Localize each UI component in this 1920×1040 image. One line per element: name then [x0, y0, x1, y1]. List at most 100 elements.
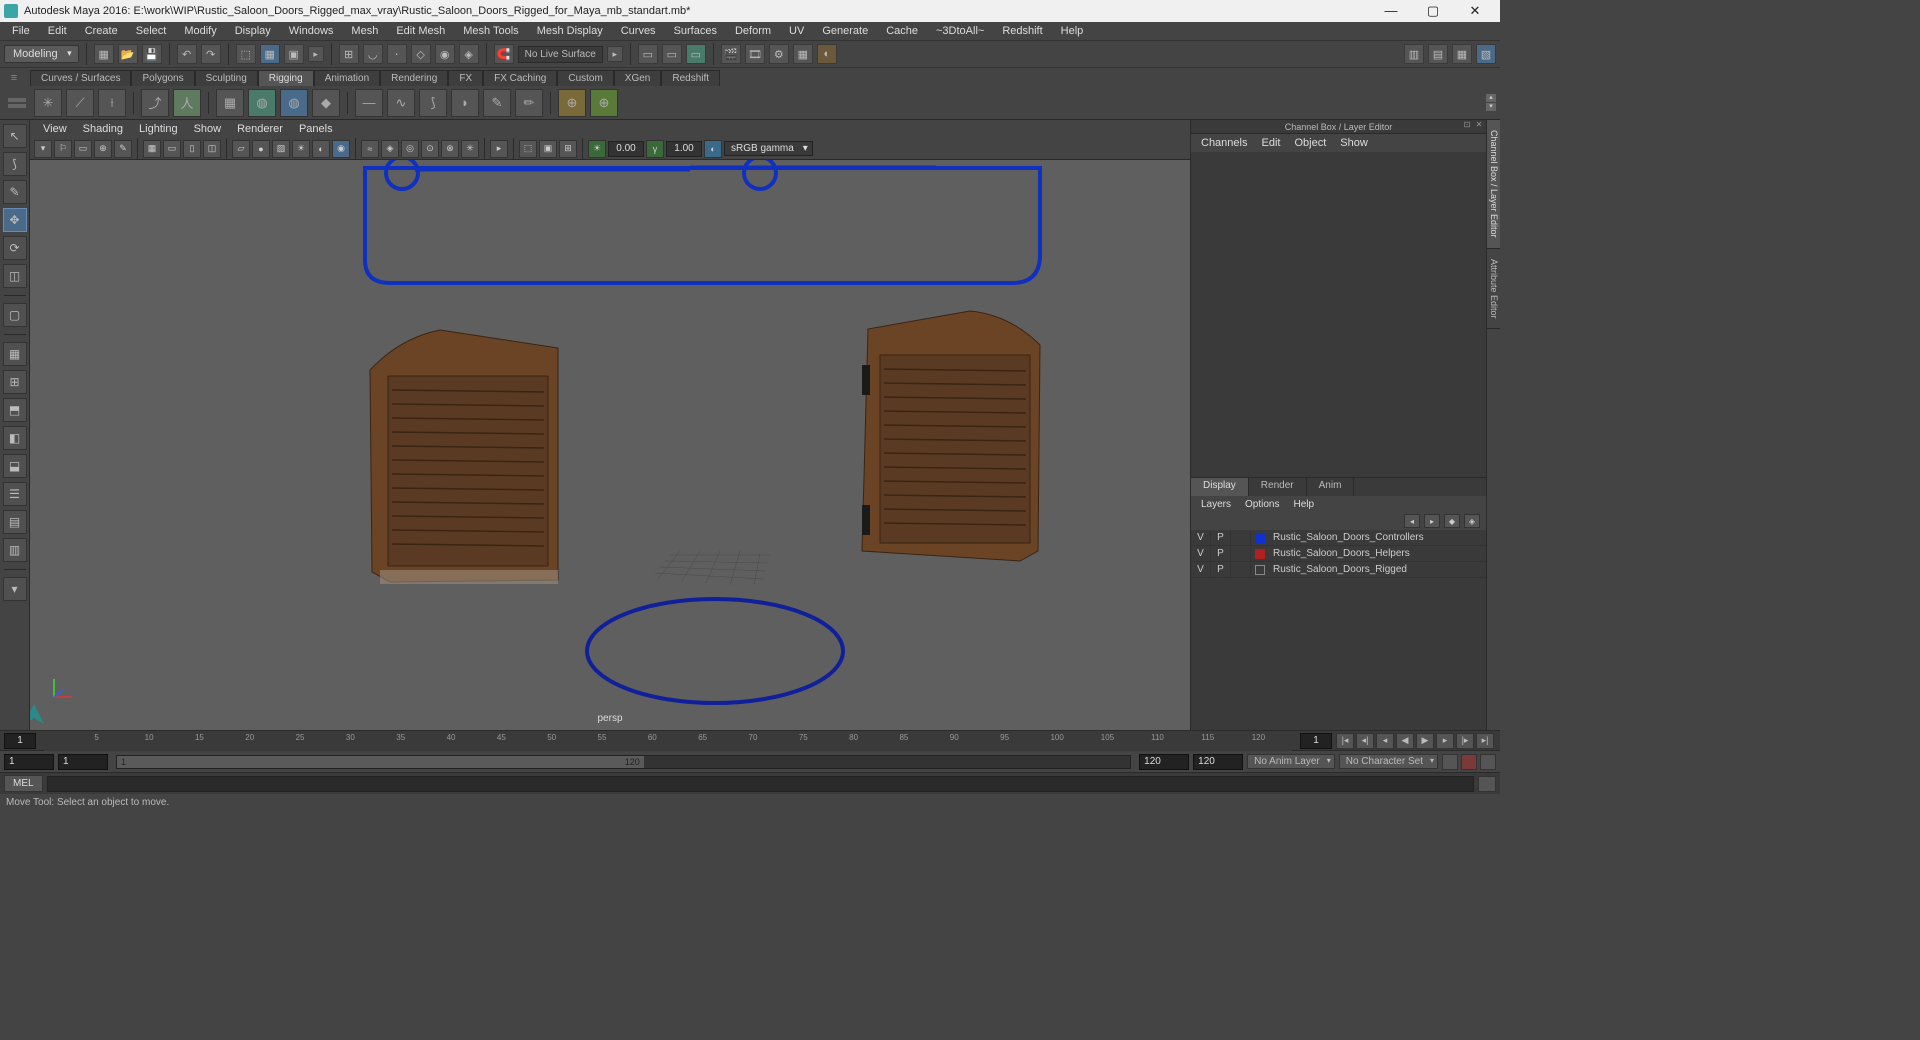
cb-menu-channels[interactable]: Channels — [1195, 137, 1253, 149]
cb-menu-object[interactable]: Object — [1288, 137, 1332, 149]
play-back-icon[interactable]: ◀ — [1396, 733, 1414, 749]
sidebar-toggle-3-icon[interactable]: ▦ — [1452, 44, 1472, 64]
shelf-ik-spline-icon[interactable]: 人 — [173, 89, 201, 117]
layer-visible-cell[interactable]: V — [1191, 531, 1211, 545]
shelf-tab-fx-caching[interactable]: FX Caching — [483, 70, 557, 86]
step-forward-key-icon[interactable]: |▸ — [1456, 733, 1474, 749]
dof-icon[interactable]: ◎ — [401, 140, 419, 158]
layout-two-v-icon[interactable]: ◧ — [3, 426, 27, 450]
layer-row[interactable]: VPRustic_Saloon_Doors_Controllers — [1191, 530, 1486, 546]
shelf-tab-xgen[interactable]: XGen — [614, 70, 662, 86]
vtab-channel-box-layer-editor[interactable]: Channel Box / Layer Editor — [1487, 120, 1500, 249]
exposure-field[interactable]: 0.00 — [608, 141, 644, 157]
cb-menu-show[interactable]: Show — [1334, 137, 1374, 149]
layer-menu-help[interactable]: Help — [1287, 499, 1320, 510]
image-plane-icon[interactable]: ▭ — [74, 140, 92, 158]
make-live-icon[interactable]: 🧲 — [494, 44, 514, 64]
vtab-attribute-editor[interactable]: Attribute Editor — [1487, 249, 1500, 330]
range-end-field[interactable]: 120 — [1193, 754, 1243, 770]
menu-windows[interactable]: Windows — [281, 25, 342, 37]
film-gate-icon[interactable]: ▭ — [163, 140, 181, 158]
menu-create[interactable]: Create — [77, 25, 126, 37]
layout-four-icon[interactable]: ⊞ — [3, 370, 27, 394]
anim-prefs-icon[interactable] — [1480, 754, 1496, 770]
shelf-tab-curves-surfaces[interactable]: Curves / Surfaces — [30, 70, 131, 86]
layer-move-up-icon[interactable]: ◂ — [1404, 514, 1420, 528]
character-set-dropdown[interactable]: No Character Set — [1339, 754, 1438, 769]
time-current-field[interactable]: 1 — [1300, 733, 1332, 749]
rotate-tool-icon[interactable]: ⟳ — [3, 236, 27, 260]
menu-mesh-tools[interactable]: Mesh Tools — [455, 25, 526, 37]
panel-menu-lighting[interactable]: Lighting — [132, 123, 185, 135]
shelf-ik-handle-icon[interactable]: ⤴ — [141, 89, 169, 117]
layer-color-swatch[interactable] — [1255, 533, 1265, 543]
snap-center-icon[interactable]: ◉ — [435, 44, 455, 64]
shelf-tab-custom[interactable]: Custom — [557, 70, 613, 86]
layer-playback-cell[interactable]: P — [1211, 547, 1231, 561]
isolate-select-icon[interactable]: ⬚ — [519, 140, 537, 158]
render-view-icon[interactable]: ▦ — [793, 44, 813, 64]
range-inner-end-field[interactable]: 120 — [1139, 754, 1189, 770]
exposure-icon[interactable]: ☀ — [588, 140, 606, 158]
scale-tool-icon[interactable]: ◫ — [3, 264, 27, 288]
layout-outliner-icon[interactable]: ☰ — [3, 482, 27, 506]
shadows-icon[interactable]: ◐ — [312, 140, 330, 158]
select-expand-icon[interactable]: ▸ — [308, 46, 324, 62]
cb-pin-icon[interactable]: ⊡ — [1462, 120, 1472, 130]
set-key-icon[interactable] — [1461, 754, 1477, 770]
shelf-tab-polygons[interactable]: Polygons — [131, 70, 194, 86]
step-back-key-icon[interactable]: ◂| — [1356, 733, 1374, 749]
2d-pan-icon[interactable]: ⊕ — [94, 140, 112, 158]
select-mode-icon[interactable]: ⬚ — [236, 44, 256, 64]
gate-mask-icon[interactable]: ◫ — [203, 140, 221, 158]
layer-color-swatch[interactable] — [1255, 565, 1265, 575]
view-transform-dropdown[interactable]: sRGB gamma — [724, 141, 813, 156]
shelf-soft-mod-icon[interactable]: ◗ — [451, 89, 479, 117]
shelf-nonlinear-icon[interactable]: ✎ — [483, 89, 511, 117]
layer-row[interactable]: VPRustic_Saloon_Doors_Helpers — [1191, 546, 1486, 562]
shelf-sculpt-icon[interactable]: ✏ — [515, 89, 543, 117]
shelf-drag-handle[interactable] — [4, 98, 30, 108]
layout-single-icon[interactable]: ▦ — [3, 342, 27, 366]
shelf-cluster-icon[interactable]: ◆ — [312, 89, 340, 117]
layer-new-empty-icon[interactable]: ◆ — [1444, 514, 1460, 528]
snap-live-icon[interactable]: ◈ — [459, 44, 479, 64]
move-tool-icon[interactable]: ✥ — [3, 208, 27, 232]
range-slider[interactable]: 1 1 1120 120 120 No Anim Layer No Charac… — [0, 750, 1500, 772]
textured-icon[interactable]: ▨ — [272, 140, 290, 158]
shelf-tab-fx[interactable]: FX — [448, 70, 483, 86]
construct-history-toggle-icon[interactable]: ▭ — [686, 44, 706, 64]
layer-move-down-icon[interactable]: ▸ — [1424, 514, 1440, 528]
menu-mesh-display[interactable]: Mesh Display — [529, 25, 611, 37]
history-expand-icon[interactable]: ▸ — [607, 46, 623, 62]
shelf-joint-icon[interactable]: ✳ — [34, 89, 62, 117]
cb-close-icon[interactable]: ✕ — [1474, 120, 1484, 130]
construct-history-icon[interactable]: ▭ — [638, 44, 658, 64]
layout-graph-icon[interactable]: ▥ — [3, 538, 27, 562]
isolate-toggle-icon[interactable]: ▣ — [539, 140, 557, 158]
go-start-icon[interactable]: |◂ — [1336, 733, 1354, 749]
sidebar-toggle-4-icon[interactable]: ▧ — [1476, 44, 1496, 64]
menu-file[interactable]: File — [4, 25, 38, 37]
redo-icon[interactable]: ↷ — [201, 44, 221, 64]
shelf-tab-redshift[interactable]: Redshift — [661, 70, 720, 86]
layer-playback-cell[interactable]: P — [1211, 531, 1231, 545]
panel-menu-view[interactable]: View — [36, 123, 74, 135]
menu-uv[interactable]: UV — [781, 25, 812, 37]
menu-display[interactable]: Display — [227, 25, 279, 37]
menu-deform[interactable]: Deform — [727, 25, 779, 37]
ao-icon[interactable]: ◉ — [332, 140, 350, 158]
anim-layer-dropdown[interactable]: No Anim Layer — [1247, 754, 1335, 769]
layer-tab-display[interactable]: Display — [1191, 478, 1249, 496]
time-slider[interactable]: 1 51015202530354045505560657075808590951… — [0, 730, 1500, 750]
panel-menu-show[interactable]: Show — [187, 123, 229, 135]
layer-row[interactable]: VPRustic_Saloon_Doors_Rigged — [1191, 562, 1486, 578]
menu-curves[interactable]: Curves — [613, 25, 664, 37]
shelf-constraint-point-icon[interactable]: ⊕ — [590, 89, 618, 117]
panel-menu-shading[interactable]: Shading — [76, 123, 130, 135]
shelf-mirror-joint-icon[interactable]: ⟊ — [98, 89, 126, 117]
maximize-button[interactable]: ▢ — [1418, 3, 1448, 19]
minimize-button[interactable]: — — [1376, 3, 1406, 19]
new-scene-icon[interactable]: ▦ — [94, 44, 114, 64]
close-button[interactable]: ✕ — [1460, 3, 1490, 19]
